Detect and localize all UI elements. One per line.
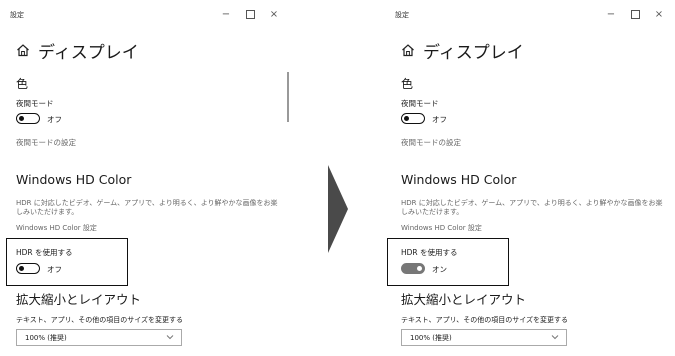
hd-color-heading: Windows HD Color [401, 172, 517, 187]
close-button[interactable]: × [266, 7, 282, 23]
hd-color-settings-link[interactable]: Windows HD Color 設定 [16, 223, 97, 233]
scale-dropdown[interactable]: 100% (推奨) [401, 329, 567, 346]
scale-dropdown-value: 100% (推奨) [25, 334, 67, 342]
night-mode-toggle[interactable] [401, 113, 425, 124]
hdr-toggle-state: オン [432, 265, 447, 274]
night-mode-toggle-state: オフ [432, 115, 447, 124]
scale-label: テキスト、アプリ、その他の項目のサイズを変更する [401, 316, 569, 324]
window-title: 設定 [10, 11, 24, 19]
scrollbar[interactable] [287, 72, 289, 122]
highlight-box [387, 238, 509, 286]
chevron-down-icon [166, 335, 174, 340]
night-mode-settings-link[interactable]: 夜間モードの設定 [16, 137, 76, 148]
settings-window-before: 設定 − × ディスプレイ 色 夜間モード オフ 夜間モードの設定 Window… [0, 0, 290, 356]
section-color-heading: 色 [401, 77, 414, 91]
toggle-knob [404, 115, 409, 121]
night-mode-label: 夜間モード [16, 99, 54, 108]
toggle-knob [417, 265, 422, 271]
scale-layout-heading: 拡大縮小とレイアウト [16, 292, 142, 307]
page-title: ディスプレイ [38, 43, 139, 63]
transition-arrow-icon [328, 165, 348, 253]
settings-window-after: 設定 − × ディスプレイ 色 夜間モード オフ 夜間モードの設定 Window… [385, 0, 675, 356]
hd-color-settings-link[interactable]: Windows HD Color 設定 [401, 223, 482, 233]
scale-dropdown[interactable]: 100% (推奨) [16, 329, 182, 346]
maximize-icon [245, 9, 255, 19]
page-title: ディスプレイ [423, 43, 524, 63]
title-bar: 設定 − × [0, 0, 290, 32]
hdr-label: HDR を使用する [401, 248, 458, 257]
home-icon[interactable] [16, 43, 30, 57]
scale-dropdown-value: 100% (推奨) [410, 334, 452, 342]
night-mode-label: 夜間モード [401, 99, 439, 108]
maximize-button[interactable] [242, 7, 258, 23]
night-mode-toggle[interactable] [16, 113, 40, 124]
hdr-toggle[interactable] [401, 263, 425, 274]
hd-color-description: HDR に対応したビデオ、ゲーム、アプリで、より明るく、より鮮やかな画像をお楽し… [401, 199, 663, 216]
close-button[interactable]: × [651, 7, 667, 23]
minimize-button[interactable]: − [218, 7, 234, 23]
section-color-heading: 色 [16, 77, 29, 91]
hdr-toggle[interactable] [16, 263, 40, 274]
home-icon[interactable] [401, 43, 415, 57]
chevron-down-icon [551, 335, 559, 340]
hd-color-heading: Windows HD Color [16, 172, 132, 187]
maximize-button[interactable] [627, 7, 643, 23]
minimize-button[interactable]: − [603, 7, 619, 23]
night-mode-toggle-state: オフ [47, 115, 62, 124]
maximize-icon [630, 9, 640, 19]
toggle-knob [19, 115, 24, 121]
scale-label: テキスト、アプリ、その他の項目のサイズを変更する [16, 316, 184, 324]
hdr-toggle-state: オフ [47, 265, 62, 274]
title-bar: 設定 − × [385, 0, 675, 32]
highlight-box [6, 238, 128, 286]
hd-color-description: HDR に対応したビデオ、ゲーム、アプリで、より明るく、より鮮やかな画像をお楽し… [16, 199, 278, 216]
scale-layout-heading: 拡大縮小とレイアウト [401, 292, 527, 307]
window-title: 設定 [395, 11, 409, 19]
toggle-knob [19, 265, 24, 271]
hdr-label: HDR を使用する [16, 248, 73, 257]
night-mode-settings-link[interactable]: 夜間モードの設定 [401, 137, 461, 148]
